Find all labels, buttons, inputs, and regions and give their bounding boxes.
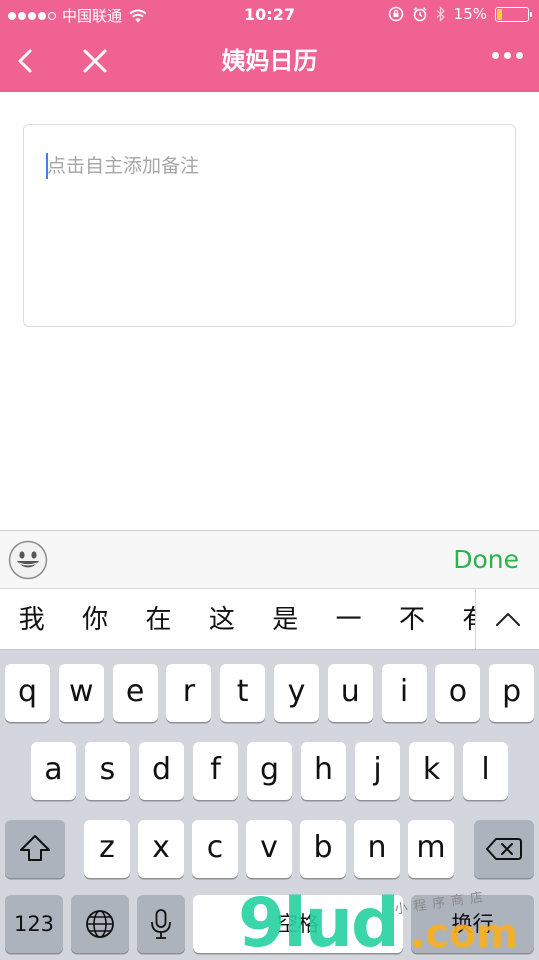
key-label: i — [399, 674, 409, 709]
key-label: e — [125, 674, 145, 709]
key-label: w — [69, 674, 94, 709]
key-b[interactable]: b — [300, 820, 346, 878]
alarm-icon — [413, 7, 427, 22]
emoji-icon[interactable] — [8, 540, 48, 580]
battery-fill — [497, 8, 502, 20]
key-e[interactable]: e — [112, 664, 158, 722]
key-label: k — [422, 752, 441, 787]
key-d[interactable]: d — [139, 742, 184, 800]
candidate-item[interactable]: 我 — [0, 589, 63, 649]
key-label: h — [313, 752, 333, 787]
key-label: d — [151, 752, 172, 787]
done-button[interactable]: Done — [453, 545, 519, 574]
key-label: q — [17, 674, 38, 709]
rotation-lock-icon — [388, 6, 403, 22]
key-label: s — [99, 752, 116, 787]
nav-bar: 姨妈日历 — [0, 30, 539, 92]
key-t[interactable]: t — [220, 664, 266, 722]
status-bar: 中国联通 10:27 15% — [0, 0, 539, 30]
key-label: j — [373, 752, 382, 787]
note-textarea-container[interactable] — [23, 124, 516, 327]
ime-candidate-bar: 我你在这是一不有 — [0, 588, 539, 650]
chevron-up-icon — [496, 613, 520, 626]
note-input[interactable] — [47, 155, 487, 177]
key-z[interactable]: z — [84, 820, 130, 878]
key-label: o — [448, 674, 468, 709]
key-k[interactable]: k — [409, 742, 454, 800]
backspace-icon — [486, 838, 522, 860]
battery-percent: 15% — [453, 5, 487, 23]
candidate-item[interactable]: 是 — [254, 589, 317, 649]
microphone-icon — [151, 909, 171, 939]
key-label: a — [44, 752, 63, 787]
key-j[interactable]: j — [355, 742, 400, 800]
watermark-domain: .com — [410, 911, 519, 957]
key-label: n — [367, 830, 387, 865]
key-label: t — [236, 674, 249, 709]
key-label: l — [481, 752, 490, 787]
key-label: v — [260, 830, 278, 865]
key-q[interactable]: q — [5, 664, 50, 722]
key-s[interactable]: s — [85, 742, 130, 800]
key-u[interactable]: u — [327, 664, 373, 722]
key-i[interactable]: i — [381, 664, 427, 722]
key-m[interactable]: m — [408, 820, 454, 878]
key-label: z — [99, 830, 115, 865]
key-n[interactable]: n — [354, 820, 400, 878]
key-g[interactable]: g — [247, 742, 292, 800]
key-label: c — [206, 830, 224, 865]
microphone-key[interactable] — [137, 895, 185, 953]
key-label: x — [152, 830, 170, 865]
key-y[interactable]: y — [274, 664, 319, 722]
key-label: m — [416, 830, 446, 865]
key-label: g — [259, 752, 280, 787]
candidate-item[interactable]: 你 — [63, 589, 126, 649]
key-label: f — [210, 752, 221, 787]
candidate-list: 我你在这是一不有 — [0, 589, 475, 649]
key-r[interactable]: r — [166, 664, 212, 722]
more-dots-icon[interactable] — [492, 52, 523, 59]
shift-arrow-icon — [20, 835, 50, 861]
globe-icon — [86, 910, 114, 938]
numbers-key[interactable]: 123 — [5, 895, 63, 953]
text-caret — [46, 153, 48, 179]
key-f[interactable]: f — [193, 742, 238, 800]
key-label: r — [182, 674, 196, 709]
backspace-key[interactable] — [474, 820, 534, 878]
key-x[interactable]: x — [138, 820, 184, 878]
candidate-item[interactable]: 一 — [317, 589, 380, 649]
key-label: y — [287, 674, 306, 709]
key-label: u — [340, 674, 360, 709]
key-label: p — [502, 674, 522, 709]
bluetooth-icon — [436, 6, 445, 22]
globe-key[interactable] — [71, 895, 129, 953]
keyboard-accessory-bar: Done — [0, 530, 539, 588]
key-p[interactable]: p — [489, 664, 535, 722]
candidate-item[interactable]: 不 — [380, 589, 443, 649]
candidate-item[interactable]: 在 — [127, 589, 190, 649]
status-right: 15% — [388, 5, 532, 23]
key-h[interactable]: h — [301, 742, 346, 800]
watermark-brand: 9lud — [238, 884, 400, 960]
candidate-item[interactable]: 这 — [190, 589, 253, 649]
candidate-item[interactable]: 有 — [444, 589, 475, 649]
key-w[interactable]: w — [58, 664, 104, 722]
key-v[interactable]: v — [246, 820, 292, 878]
page-title: 姨妈日历 — [221, 47, 318, 75]
candidate-expand-button[interactable] — [475, 589, 539, 649]
key-o[interactable]: o — [435, 664, 481, 722]
shift-key[interactable] — [5, 820, 65, 878]
key-c[interactable]: c — [192, 820, 238, 878]
key-l[interactable]: l — [463, 742, 508, 800]
numbers-key-label: 123 — [13, 912, 55, 936]
key-label: b — [313, 830, 333, 865]
battery-icon — [495, 6, 532, 22]
key-a[interactable]: a — [31, 742, 76, 800]
